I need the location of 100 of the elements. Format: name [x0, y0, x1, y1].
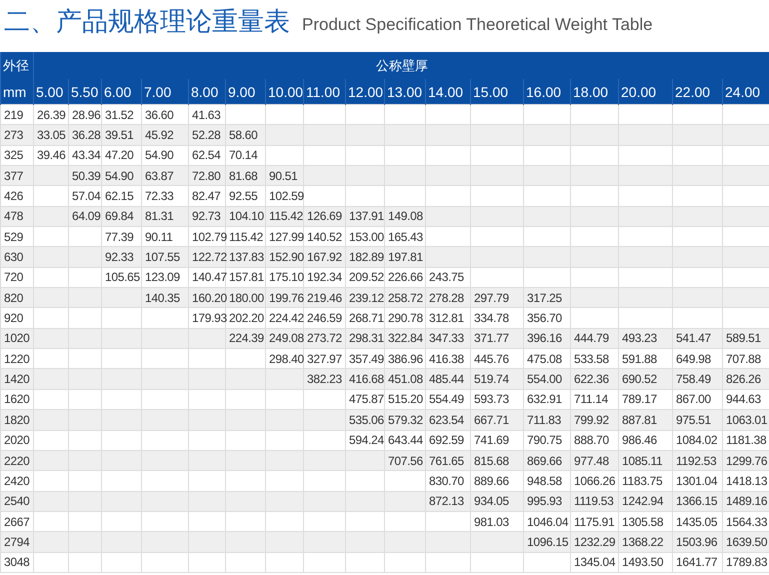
table-cell: 62.54	[192, 148, 221, 162]
column-header: 外径	[0, 52, 34, 79]
table-cell: 887.81	[622, 412, 657, 427]
table-cell: 36.60	[145, 108, 174, 122]
table-cell: 167.92	[307, 250, 342, 264]
table-cell: 347.33	[429, 331, 464, 346]
table-cell: 1232.29	[574, 534, 616, 549]
table-cell: 52.28	[192, 128, 221, 142]
table-cell: 246.59	[307, 311, 342, 326]
column-header: 14.00	[426, 79, 470, 104]
column-header: 5.50	[68, 79, 102, 104]
table-cell: 623.54	[429, 412, 464, 427]
table-cell: 1564.33	[726, 514, 768, 529]
table-cell: 63.87	[145, 168, 174, 183]
table-cell: 1368.22	[622, 534, 664, 549]
column-header: 6.00	[102, 79, 142, 104]
row-header: 219	[4, 108, 24, 122]
table-cell: 298.40	[269, 352, 304, 366]
table-cell: 711.14	[574, 392, 608, 406]
table-cell: 152.90	[269, 250, 304, 264]
table-cell: 519.74	[474, 372, 509, 386]
table-cell: 258.72	[388, 290, 423, 305]
table-cell: 62.15	[105, 189, 134, 204]
row-header: 2794	[4, 534, 30, 549]
table-cell: 371.77	[474, 331, 509, 346]
table-cell: 1175.91	[574, 514, 614, 529]
table-cell: 1192.53	[676, 454, 716, 468]
table-cell: 90.11	[145, 230, 173, 244]
table-cell: 975.51	[676, 412, 711, 427]
table-cell: 995.93	[527, 494, 562, 508]
table-cell: 180.00	[229, 290, 264, 305]
table-cell: 81.31	[145, 209, 174, 224]
table-cell: 535.06	[349, 412, 384, 427]
table-cell: 1181.38	[726, 433, 766, 448]
table-cell: 224.39	[229, 331, 264, 346]
table-cell: 1639.50	[726, 534, 768, 549]
table-cell: 33.05	[37, 128, 66, 142]
table-cell: 149.08	[388, 209, 423, 224]
table-cell: 1503.96	[676, 534, 718, 549]
table-cell: 1301.04	[676, 474, 718, 488]
table-cell: 533.58	[574, 352, 609, 366]
table-cell: 92.33	[105, 250, 134, 264]
table-cell: 28.96	[72, 108, 101, 122]
table-cell: 92.73	[192, 209, 221, 224]
row-header: 478	[4, 209, 24, 224]
table-cell: 758.49	[676, 372, 711, 386]
unit-header: mm	[0, 79, 34, 104]
table-cell: 493.23	[622, 331, 657, 346]
table-cell: 81.68	[229, 168, 258, 183]
column-header: 22.00	[672, 79, 722, 104]
table-cell: 226.66	[388, 270, 423, 284]
column-header: 9.00	[226, 79, 266, 104]
table-cell: 386.96	[388, 352, 423, 366]
column-header: 8.00	[188, 79, 226, 104]
table-cell: 445.76	[474, 352, 509, 366]
table-cell: 1242.94	[622, 494, 664, 508]
column-header: 24.00	[722, 79, 769, 104]
table-cell: 39.51	[105, 128, 134, 142]
table-cell: 692.59	[429, 433, 464, 448]
row-header: 3048	[4, 555, 30, 570]
table-cell: 1489.16	[726, 494, 768, 508]
table-cell: 107.55	[145, 250, 180, 264]
table-cell: 209.52	[349, 270, 384, 284]
table-cell: 981.03	[474, 514, 509, 529]
table-cell: 934.05	[474, 494, 509, 508]
table-cell: 872.13	[429, 494, 464, 508]
table-cell: 475.87	[349, 392, 384, 406]
table-cell: 140.47	[192, 270, 227, 284]
table-cell: 243.75	[429, 270, 464, 284]
table-cell: 1435.05	[676, 514, 718, 529]
table-cell: 711.83	[527, 412, 562, 427]
table-cell: 986.46	[622, 433, 657, 448]
table-cell: 278.28	[429, 290, 464, 305]
table-cell: 515.20	[388, 392, 423, 406]
column-header: 11.00	[304, 79, 346, 104]
table-cell: 317.25	[527, 290, 562, 305]
table-cell: 1183.75	[622, 474, 662, 488]
table-cell: 137.91	[349, 209, 384, 224]
table-cell: 948.58	[527, 474, 562, 488]
table-cell: 70.14	[229, 148, 258, 162]
table-cell: 594.24	[349, 433, 384, 448]
table-cell: 761.65	[429, 454, 464, 468]
table-cell: 334.78	[474, 311, 509, 326]
table-cell: 444.79	[574, 331, 609, 346]
column-header: 18.00	[570, 79, 618, 104]
table-cell: 593.73	[474, 392, 509, 406]
table-cell: 58.60	[229, 128, 258, 142]
column-header: 16.00	[524, 79, 570, 104]
table-cell: 632.91	[527, 392, 562, 406]
column-header: 13.00	[384, 79, 426, 104]
table-cell: 1046.04	[527, 514, 568, 529]
table-cell: 249.08	[269, 331, 304, 346]
table-cell: 327.97	[307, 352, 342, 366]
table-cell: 799.92	[574, 412, 609, 427]
row-header: 820	[4, 290, 24, 305]
table-cell: 50.39	[72, 168, 101, 183]
table-cell: 815.68	[474, 454, 509, 468]
table-cell: 741.69	[474, 433, 509, 448]
table-cell: 45.92	[145, 128, 174, 142]
table-cell: 396.16	[527, 331, 562, 346]
